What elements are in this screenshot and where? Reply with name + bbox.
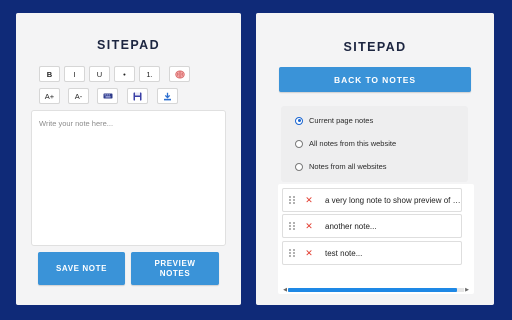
save-note-button[interactable]: SAVE NOTE (38, 252, 125, 285)
scope-this-website[interactable]: All notes from this website (295, 139, 396, 148)
delete-icon[interactable]: ✕ (305, 248, 313, 259)
back-to-notes-button[interactable]: BACK TO NOTES (279, 67, 471, 92)
brain-icon (174, 70, 185, 78)
notes-panel: SITEPAD BACK TO NOTES Current page notes… (256, 13, 494, 305)
scope-label: All notes from this website (309, 139, 397, 148)
horizontal-scrollbar[interactable]: ◀ ▶ (282, 287, 470, 293)
note-text: another note... (325, 221, 377, 231)
underline-button[interactable]: U (89, 66, 110, 82)
delete-icon[interactable]: ✕ (305, 195, 313, 206)
editor-panel: SITEPAD B I U • 1. A+ A- Write your note… (16, 13, 241, 305)
radio-button[interactable] (295, 116, 303, 125)
scope-all-websites[interactable]: Notes from all websites (295, 162, 387, 171)
delete-icon[interactable]: ✕ (305, 221, 313, 232)
notes-list: ✕ a very long note to show preview of th… (278, 184, 474, 294)
note-textarea[interactable]: Write your note here... (31, 110, 226, 246)
drag-handle-icon[interactable] (289, 222, 295, 230)
scope-current-page[interactable]: Current page notes (295, 116, 373, 125)
bullet-list-button[interactable]: • (114, 66, 135, 82)
scope-label: Notes from all websites (309, 162, 387, 171)
floppy-disk-icon (133, 92, 142, 100)
font-increase-button[interactable]: A+ (39, 88, 60, 104)
list-item[interactable]: ✕ another note... (282, 214, 462, 238)
drag-handle-icon[interactable] (289, 196, 295, 204)
drag-handle-icon[interactable] (289, 249, 295, 257)
save-file-button[interactable] (127, 88, 148, 104)
note-text: test note... (325, 248, 363, 258)
list-item[interactable]: ✕ test note... (282, 241, 462, 265)
note-text: a very long note to show preview of the … (325, 195, 461, 205)
preview-notes-button[interactable]: PREVIEW NOTES (131, 252, 219, 285)
app-title: SITEPAD (96, 38, 161, 52)
brain-button[interactable] (169, 66, 190, 82)
numbered-list-button[interactable]: 1. (139, 66, 160, 82)
list-item[interactable]: ✕ a very long note to show preview of th… (282, 188, 462, 212)
keyboard-icon (103, 93, 112, 99)
keyboard-button[interactable] (97, 88, 118, 104)
bold-button[interactable]: B (39, 66, 60, 82)
italic-button[interactable]: I (64, 66, 85, 82)
font-decrease-button[interactable]: A- (68, 88, 89, 104)
app-title: SITEPAD (343, 40, 407, 54)
download-icon (164, 92, 171, 100)
radio-button[interactable] (295, 162, 303, 171)
note-scope-selector: Current page notes All notes from this w… (281, 106, 468, 182)
download-button[interactable] (157, 88, 178, 104)
scroll-track[interactable] (288, 288, 464, 292)
radio-button[interactable] (295, 139, 303, 148)
scope-label: Current page notes (309, 116, 374, 125)
scroll-thumb[interactable] (288, 288, 457, 292)
scroll-right-icon[interactable]: ▶ (464, 287, 470, 293)
